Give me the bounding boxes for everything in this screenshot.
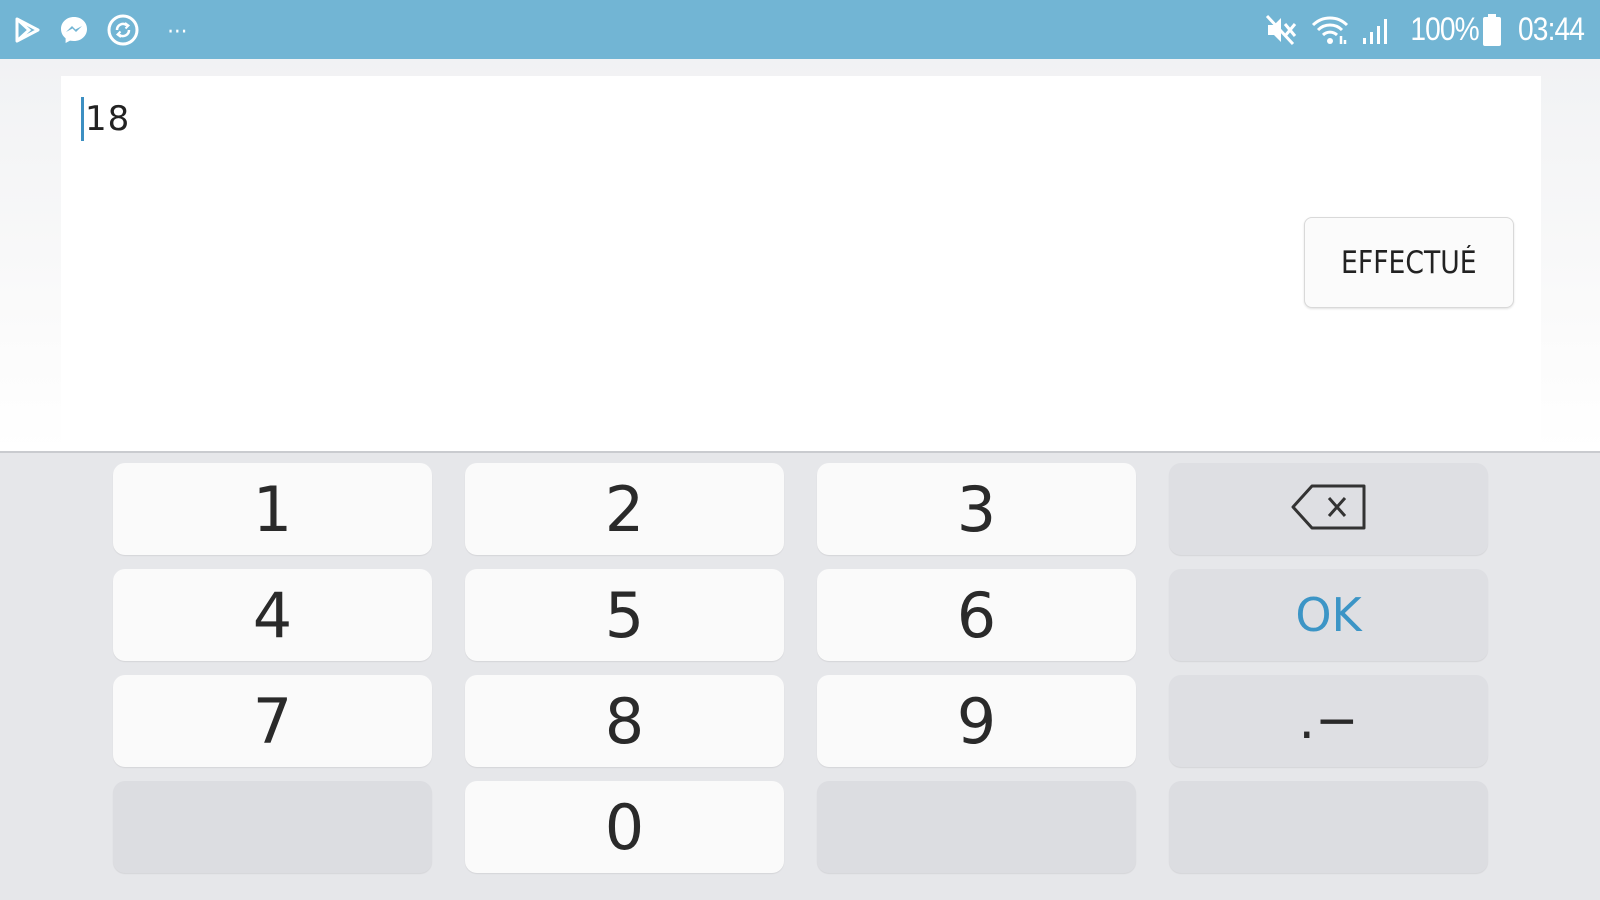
key-3[interactable]: 3 [817, 463, 1136, 555]
key-1[interactable]: 1 [113, 463, 432, 555]
done-button[interactable]: EFFECTUÉ [1304, 217, 1514, 308]
signal-icon [1361, 14, 1393, 46]
ok-key[interactable]: OK [1169, 569, 1488, 661]
text-entry-panel: 18 EFFECTUÉ [61, 76, 1541, 451]
text-entry-area: 18 EFFECTUÉ [0, 59, 1600, 451]
key-5[interactable]: 5 [465, 569, 784, 661]
notification-icons: ··· [14, 13, 203, 47]
done-button-label: EFFECTUÉ [1341, 244, 1477, 281]
battery-percentage: 100% [1410, 11, 1479, 47]
numeric-keyboard: 1 2 3 4 5 6 OK 7 8 9 .− 0 [0, 453, 1600, 900]
key-0[interactable]: 0 [465, 781, 784, 873]
empty-key-middle [817, 781, 1136, 873]
key-7[interactable]: 7 [113, 675, 432, 767]
empty-key-left [113, 781, 432, 873]
backspace-icon [1290, 473, 1368, 546]
number-input-field[interactable]: 18 [81, 94, 1241, 144]
empty-key-right [1169, 781, 1488, 873]
text-cursor [81, 97, 84, 141]
key-4[interactable]: 4 [113, 569, 432, 661]
decimal-minus-key[interactable]: .− [1169, 675, 1488, 767]
messenger-icon [58, 14, 90, 46]
play-store-icon [14, 16, 42, 44]
key-8[interactable]: 8 [465, 675, 784, 767]
key-9[interactable]: 9 [817, 675, 1136, 767]
key-2[interactable]: 2 [465, 463, 784, 555]
sync-icon [106, 13, 140, 47]
more-notifications-icon: ··· [166, 14, 188, 44]
input-value: 18 [85, 99, 131, 139]
mute-icon [1263, 12, 1299, 48]
backspace-key[interactable] [1169, 463, 1488, 555]
status-bar: ··· 100% 03:44 [0, 0, 1600, 59]
wifi-icon [1311, 14, 1349, 46]
clock: 03:44 [1517, 11, 1585, 47]
system-status-icons: 100% 03:44 [1251, 11, 1585, 48]
battery-icon [1481, 13, 1503, 47]
key-6[interactable]: 6 [817, 569, 1136, 661]
